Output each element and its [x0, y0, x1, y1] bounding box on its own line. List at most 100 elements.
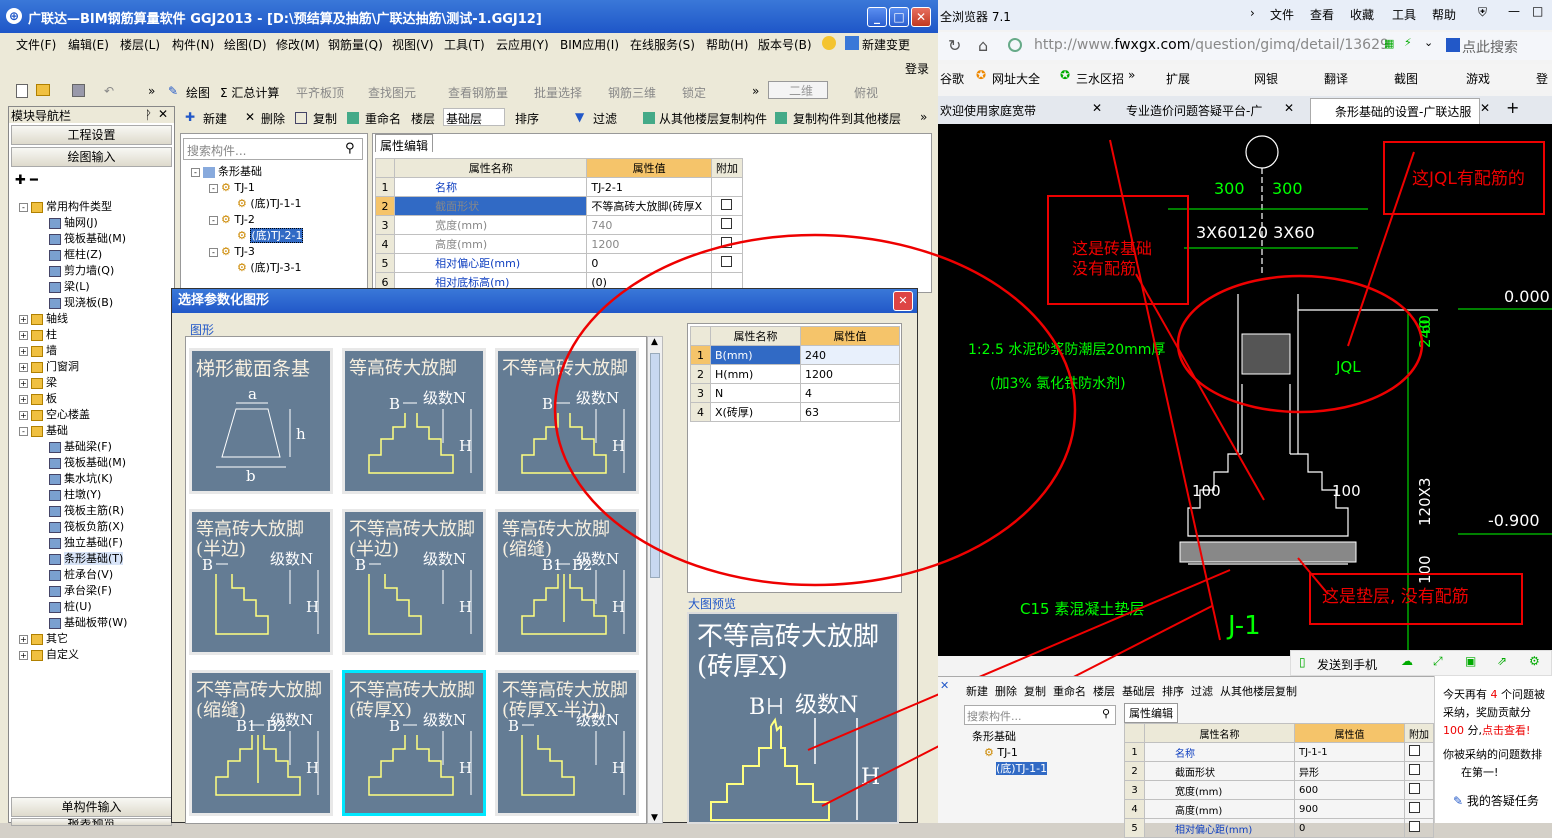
- extra-checkbox[interactable]: [1409, 764, 1420, 775]
- expand-toggle-icon[interactable]: +: [19, 314, 28, 324]
- extra-checkbox[interactable]: [721, 199, 733, 210]
- nav-tree-item[interactable]: + 其它: [19, 631, 127, 647]
- browser-menu-fav[interactable]: 收藏: [1350, 6, 1374, 23]
- nav-tree-item[interactable]: 现浇板(B): [19, 295, 127, 311]
- sub-filter-button[interactable]: 过滤: [1191, 685, 1213, 698]
- search-icon[interactable]: ⚲: [1102, 707, 1110, 720]
- nav-tree-item[interactable]: 桩(U): [19, 599, 127, 615]
- tree-node-tj3[interactable]: - ⚙ TJ-3: [191, 244, 303, 260]
- menu-rebar[interactable]: 钢筋量(Q): [328, 36, 383, 53]
- nav-tree-item[interactable]: + 板: [19, 391, 127, 407]
- table-row[interactable]: 5 相对偏心距(mm) 0: [1124, 818, 1434, 838]
- sub-value-cell[interactable]: 600: [1294, 780, 1405, 800]
- menu-view[interactable]: 视图(V): [392, 36, 434, 53]
- browser-menu-help[interactable]: 帮助: [1432, 6, 1456, 23]
- shape-option[interactable]: 不等高砖大放脚(砖厚X) B 级数N H: [342, 670, 486, 816]
- sub-rename-button[interactable]: 重命名: [1053, 685, 1086, 698]
- sub-value-cell[interactable]: 0: [1294, 818, 1405, 838]
- sub-tree-tj1[interactable]: ⚙ TJ-1: [972, 745, 1047, 761]
- menu-cloud[interactable]: 云应用(Y): [496, 36, 549, 53]
- dialog-close-button[interactable]: ✕: [893, 291, 913, 311]
- shape-option[interactable]: 不等高砖大放脚(半边) B 级数N H: [342, 509, 486, 655]
- table-row[interactable]: 1 名称 TJ-2-1: [374, 177, 744, 197]
- tab-qa-platform[interactable]: 专业造价问题答疑平台-广: [1126, 102, 1262, 119]
- fav-extend[interactable]: 扩展: [1166, 70, 1190, 87]
- save-icon[interactable]: ▣: [1465, 654, 1476, 668]
- shape-option[interactable]: 等高砖大放脚(缩缝) B1 B2 级数N H: [495, 509, 639, 655]
- flush-top-button[interactable]: 平齐板顶: [296, 84, 344, 101]
- maximize-icon[interactable]: □: [1532, 4, 1543, 18]
- param-value-cell[interactable]: 240: [800, 345, 900, 365]
- param-value-cell[interactable]: 4: [800, 383, 900, 403]
- table-row[interactable]: 4 高度(mm) 900: [1124, 799, 1434, 819]
- fav-sanshui[interactable]: 三水区招: [1076, 70, 1124, 87]
- nav-tree-item[interactable]: 筏板基础(M): [19, 231, 127, 247]
- tree-node-tj2[interactable]: - ⚙ TJ-2: [191, 212, 303, 228]
- more-chevron-icon[interactable]: »: [920, 110, 927, 124]
- fav-login[interactable]: 登: [1536, 70, 1548, 87]
- expand-toggle-icon[interactable]: -: [19, 426, 28, 436]
- tree-node-tj3-1[interactable]: ⚙ (底)TJ-3-1: [191, 260, 303, 276]
- menu-version[interactable]: 版本号(B): [758, 36, 812, 53]
- single-input-button[interactable]: 单构件输入: [11, 797, 172, 817]
- menu-component[interactable]: 构件(N): [172, 36, 214, 53]
- table-row[interactable]: 3 N 4: [690, 383, 900, 403]
- scroll-down-icon[interactable]: ▼: [651, 813, 658, 823]
- extra-checkbox[interactable]: [1409, 802, 1420, 813]
- summary-calc-button[interactable]: Σ 汇总计算: [220, 84, 279, 101]
- my-tasks-button[interactable]: ✎ 我的答疑任务: [1453, 792, 1539, 809]
- sub-extra-cell[interactable]: [1404, 761, 1434, 781]
- prop-value-cell[interactable]: 0: [586, 253, 712, 273]
- scroll-up-icon[interactable]: ▲: [651, 337, 658, 347]
- nav-tree-item[interactable]: + 柱: [19, 327, 127, 343]
- param-value-cell[interactable]: 1200: [800, 364, 900, 384]
- login-link[interactable]: 登录: [905, 60, 929, 77]
- sub-delete-button[interactable]: 删除: [995, 685, 1017, 698]
- nav-tree-item[interactable]: 承台梁(F): [19, 583, 127, 599]
- nav-tree-item[interactable]: + 门窗洞: [19, 359, 127, 375]
- menu-edit[interactable]: 编辑(E): [68, 36, 109, 53]
- project-setup-button[interactable]: 工程设置: [11, 125, 172, 145]
- nav-tree-item[interactable]: 桩承台(V): [19, 567, 127, 583]
- nav-tree-item[interactable]: 筏板基础(M): [19, 455, 127, 471]
- shape-option[interactable]: 不等高砖大放脚(砖厚X-半边) B 级数N H: [495, 670, 639, 816]
- sub-new-button[interactable]: 新建: [966, 685, 988, 698]
- gear-icon[interactable]: ⚙: [1529, 654, 1540, 668]
- menu-floor[interactable]: 楼层(L): [120, 36, 160, 53]
- shape-option[interactable]: 不等高砖大放脚(缩缝) B1 B2 级数N H: [189, 670, 333, 816]
- sub-tree-root[interactable]: 条形基础: [972, 729, 1047, 745]
- table-row[interactable]: 3 宽度(mm) 600: [1124, 780, 1434, 800]
- new-file-icon[interactable]: [16, 84, 28, 98]
- expand-toggle-icon[interactable]: +: [19, 362, 28, 372]
- menu-modify[interactable]: 修改(M): [276, 36, 320, 53]
- nav-tree-item[interactable]: + 梁: [19, 375, 127, 391]
- refresh-icon[interactable]: ↻: [948, 36, 961, 55]
- sub-value-cell[interactable]: TJ-1-1: [1294, 742, 1405, 762]
- shape-option[interactable]: 梯形截面条基 ahb: [189, 348, 333, 494]
- expand-toggle-icon[interactable]: +: [19, 410, 28, 420]
- share-icon[interactable]: ⇗: [1497, 654, 1507, 668]
- prop-extra-cell[interactable]: [710, 234, 744, 254]
- pin-icon[interactable]: ᚹ: [145, 108, 152, 122]
- filter-button[interactable]: 过滤: [593, 110, 617, 127]
- nav-close-icon[interactable]: ✕: [158, 107, 168, 121]
- nav-tree-item[interactable]: 基础板带(W): [19, 615, 127, 631]
- view-2d-select[interactable]: 二维: [768, 81, 828, 99]
- sub-extra-cell[interactable]: [1404, 742, 1434, 762]
- floor-select[interactable]: 基础层: [443, 108, 505, 126]
- new-button[interactable]: 新建: [203, 110, 227, 127]
- home-icon[interactable]: ⌂: [978, 36, 988, 55]
- expand-toggle-icon[interactable]: -: [19, 202, 28, 212]
- delete-button[interactable]: 删除: [261, 110, 285, 127]
- prop-extra-cell[interactable]: [710, 253, 744, 273]
- shape-option[interactable]: 等高砖大放脚 B 级数N H: [342, 348, 486, 494]
- save-icon[interactable]: [72, 84, 85, 97]
- nav-tree-item[interactable]: 条形基础(T): [19, 551, 127, 567]
- table-row[interactable]: 2 截面形状 不等高砖大放脚(砖厚X: [374, 196, 744, 216]
- table-row[interactable]: 4 X(砖厚) 63: [690, 402, 900, 422]
- nav-tree-item[interactable]: 框柱(Z): [19, 247, 127, 263]
- table-row[interactable]: 4 高度(mm) 1200: [374, 234, 744, 254]
- expand-toggle-icon[interactable]: +: [19, 378, 28, 388]
- batch-select-button[interactable]: 批量选择: [534, 84, 582, 101]
- top-view-select[interactable]: 俯视: [836, 84, 878, 101]
